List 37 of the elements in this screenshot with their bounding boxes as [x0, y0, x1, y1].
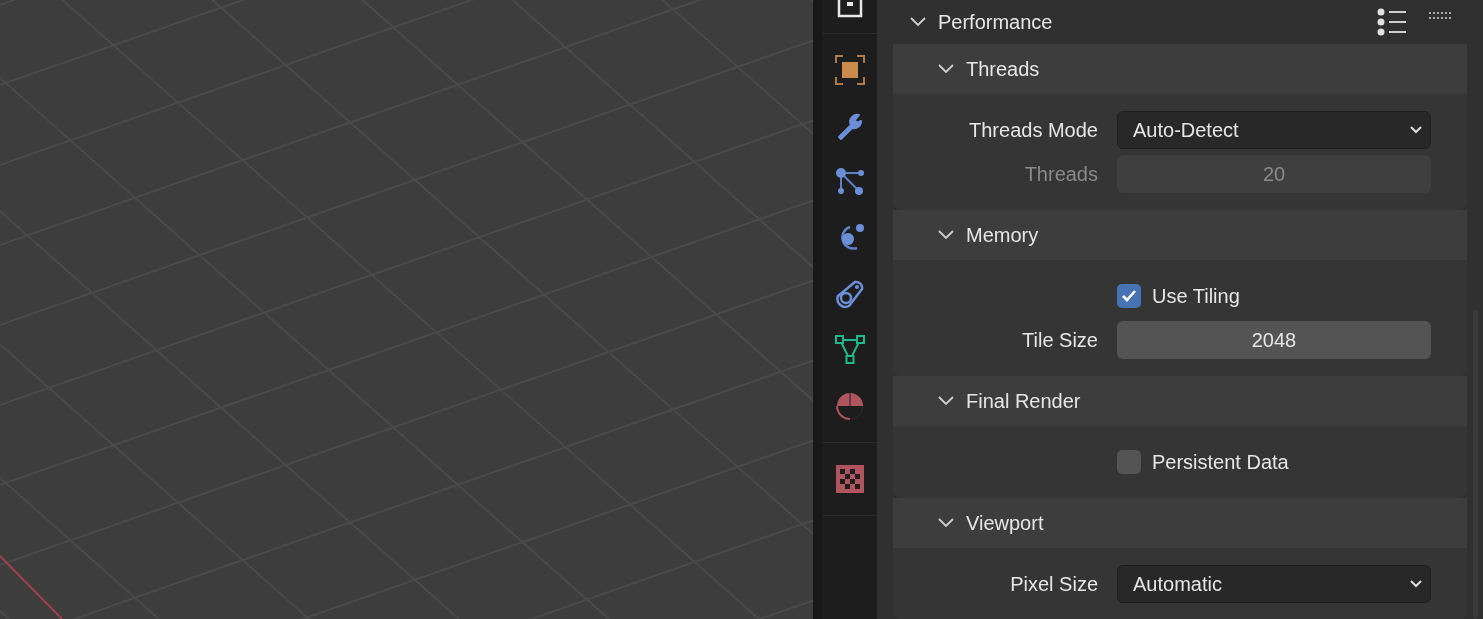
list-icon[interactable]	[1377, 8, 1407, 36]
checker-texture-icon[interactable]	[834, 464, 865, 494]
constraint-icon[interactable]	[834, 279, 865, 309]
dropdown[interactable]: Automatic	[1117, 565, 1431, 603]
drag-handle-icon[interactable]	[1429, 12, 1451, 20]
chevron-icon[interactable]	[938, 518, 954, 528]
mesh-data-icon[interactable]	[834, 335, 865, 365]
subpanel-header[interactable]: Viewport	[893, 498, 1467, 548]
chevron-icon[interactable]	[910, 17, 926, 27]
number-field[interactable]: 2048	[1117, 321, 1431, 359]
object-tab-icon[interactable]	[834, 55, 865, 85]
field-label: Tile Size	[1021, 328, 1099, 352]
subpanel-header[interactable]: Threads	[893, 44, 1467, 94]
subpanel-header[interactable]: Final Render	[893, 376, 1467, 426]
field-label: Pixel Size	[1009, 572, 1099, 596]
chevron-down-icon	[1410, 580, 1422, 588]
subpanel-title: Final Render	[966, 389, 1081, 413]
chevron-icon[interactable]	[938, 396, 954, 406]
particles-icon[interactable]	[834, 167, 865, 197]
panel-title[interactable]: Performance	[938, 10, 1377, 34]
subpanel-title: Memory	[966, 223, 1039, 247]
subpanel-title: Viewport	[966, 511, 1044, 535]
checkmark-icon	[1121, 289, 1137, 303]
subpanel-header[interactable]: Memory	[893, 210, 1467, 260]
field-label: Threads	[1023, 162, 1099, 186]
field-label: Threads Mode	[968, 118, 1099, 142]
chevron-icon[interactable]	[938, 64, 954, 74]
render-tab-icon[interactable]	[836, 0, 863, 18]
checkbox-label: Persistent Data	[1152, 450, 1289, 474]
chevron-down-icon	[1410, 126, 1422, 134]
checkbox[interactable]	[1117, 284, 1141, 308]
subpanel-title: Threads	[966, 57, 1040, 81]
checkbox-label: Use Tiling	[1152, 284, 1240, 308]
checkbox[interactable]	[1117, 450, 1141, 474]
material-icon[interactable]	[834, 391, 865, 421]
chevron-icon[interactable]	[938, 230, 954, 240]
dropdown[interactable]: Auto-Detect	[1117, 111, 1431, 149]
